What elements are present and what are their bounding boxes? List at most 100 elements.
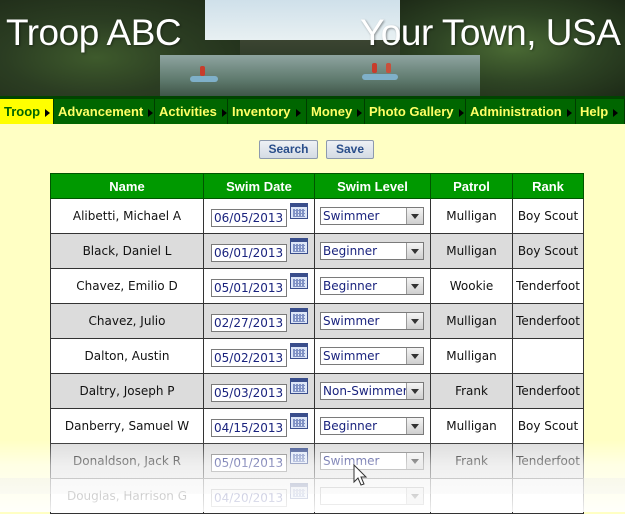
mouse-cursor-icon	[353, 464, 368, 486]
nav-item-troop[interactable]: Troop	[0, 99, 54, 124]
triangle-right-icon	[221, 108, 227, 117]
chevron-down-icon[interactable]	[406, 278, 423, 294]
swim-date-wrapper: 02/27/2013	[204, 304, 312, 338]
swim-date-wrapper: 04/15/2013	[204, 409, 312, 443]
main-nav: Troop Advancement Activities Inventory Money…	[0, 96, 625, 124]
triangle-right-icon	[458, 108, 464, 117]
calendar-icon[interactable]	[290, 448, 308, 464]
patrol-cell: Mulligan	[430, 198, 513, 234]
swim-level-select[interactable]: Swimmer	[320, 452, 424, 470]
column-header-swim-level[interactable]: Swim Level	[314, 173, 431, 199]
rank-cell	[512, 338, 584, 374]
nav-item-administration[interactable]: Administration	[466, 99, 576, 124]
column-header-swim-date[interactable]: Swim Date	[203, 173, 315, 199]
nav-item-help[interactable]: Help	[576, 99, 625, 124]
nav-item-inventory[interactable]: Inventory	[228, 99, 307, 124]
chevron-down-icon[interactable]	[406, 418, 423, 434]
nav-item-activities[interactable]: Activities	[155, 99, 228, 124]
calendar-icon[interactable]	[290, 203, 308, 219]
swim-date-input[interactable]: 04/15/2013	[211, 419, 287, 437]
calendar-icon[interactable]	[290, 308, 308, 324]
triangle-right-icon	[45, 108, 51, 117]
swim-level-cell: Swimmer	[314, 338, 431, 374]
swim-level-select[interactable]: Non-Swimmer	[320, 382, 424, 400]
chevron-down-icon[interactable]	[406, 243, 423, 259]
swim-date-cell: 04/15/2013	[203, 408, 315, 444]
swim-date-wrapper: 05/03/2013	[204, 374, 312, 408]
chevron-down-icon[interactable]	[406, 453, 423, 469]
nav-item-advancement[interactable]: Advancement	[54, 99, 155, 124]
table-row: Black, Daniel L 06/01/2013 Beginner Mulliga…	[50, 233, 584, 269]
swim-date-wrapper: 05/02/2013	[204, 339, 312, 373]
swim-date-input[interactable]: 05/02/2013	[211, 349, 287, 367]
swim-level-cell: Non-Swimmer	[314, 373, 431, 409]
calendar-icon[interactable]	[290, 238, 308, 254]
column-header-patrol[interactable]: Patrol	[430, 173, 513, 199]
swim-date-wrapper: 05/01/2013	[204, 444, 312, 478]
swim-level-select[interactable]: Swimmer	[320, 347, 424, 365]
swim-level-select[interactable]: Swimmer	[320, 207, 424, 225]
rank-cell: Tenderfoot	[512, 303, 584, 339]
calendar-icon[interactable]	[290, 343, 308, 359]
calendar-icon[interactable]	[290, 378, 308, 394]
column-header-rank[interactable]: Rank	[512, 173, 584, 199]
swim-table: Name Swim Date Swim Level Patrol Rank Alibet…	[50, 173, 584, 514]
nav-item-label: Advancement	[58, 104, 144, 119]
patrol-cell: Mulligan	[430, 303, 513, 339]
calendar-icon[interactable]	[290, 413, 308, 429]
swim-level-cell: Beginner	[314, 268, 431, 304]
canoe-right	[362, 74, 398, 80]
swim-level-value: Swimmer	[323, 314, 380, 328]
nav-item-money[interactable]: Money	[307, 99, 365, 124]
nav-item-label: Administration	[470, 104, 562, 119]
swim-level-cell: Swimmer	[314, 198, 431, 234]
swim-date-cell: 05/03/2013	[203, 373, 315, 409]
table-row: Chavez, Julio 02/27/2013 Swimmer Mulligan Te…	[50, 303, 584, 339]
swim-date-cell: 05/02/2013	[203, 338, 315, 374]
canoe-left	[190, 76, 218, 82]
patrol-cell: Frank	[430, 443, 513, 479]
swim-level-wrapper: Non-Swimmer	[315, 374, 428, 408]
swim-level-select[interactable]: Beginner	[320, 417, 424, 435]
swim-level-value: Beginner	[323, 244, 378, 258]
site-title: Troop ABC	[6, 12, 182, 53]
swim-level-value: Swimmer	[323, 209, 380, 223]
chevron-down-icon[interactable]	[406, 313, 423, 329]
header-banner: Troop ABC Your Town, USA	[0, 0, 625, 96]
nav-item-photo-gallery[interactable]: Photo Gallery	[365, 99, 466, 124]
swim-level-wrapper: Swimmer	[315, 304, 428, 338]
calendar-icon[interactable]	[290, 273, 308, 289]
chevron-down-icon[interactable]	[406, 383, 423, 399]
swim-level-value: Beginner	[323, 419, 378, 433]
swim-date-input[interactable]: 05/01/2013	[211, 454, 287, 472]
swim-date-cell: 06/01/2013	[203, 233, 315, 269]
swim-level-cell: Beginner	[314, 408, 431, 444]
swim-level-wrapper: Swimmer	[315, 199, 428, 233]
swim-level-select[interactable]: Beginner	[320, 242, 424, 260]
table-row: Dalton, Austin 05/02/2013 Swimmer Mulligan	[50, 338, 584, 374]
swim-date-input[interactable]: 05/03/2013	[211, 384, 287, 402]
scout-name: Donaldson, Jack R	[50, 443, 204, 479]
scout-name: Daltry, Joseph P	[50, 373, 204, 409]
swim-date-input[interactable]: 06/05/2013	[211, 209, 287, 227]
triangle-right-icon	[566, 108, 572, 117]
patrol-cell: Wookie	[430, 268, 513, 304]
column-header-name[interactable]: Name	[50, 173, 204, 199]
search-button[interactable]: Search	[259, 140, 318, 159]
swim-level-cell: Swimmer	[314, 303, 431, 339]
save-button[interactable]: Save	[326, 140, 374, 159]
patrol-cell: Mulligan	[430, 233, 513, 269]
rank-cell: Boy Scout	[512, 233, 584, 269]
patrol-cell: Mulligan	[430, 338, 513, 374]
triangle-right-icon	[357, 108, 363, 117]
chevron-down-icon[interactable]	[406, 348, 423, 364]
swim-level-select[interactable]: Swimmer	[320, 312, 424, 330]
swim-date-wrapper: 05/01/2013	[204, 269, 312, 303]
rank-cell: Tenderfoot	[512, 268, 584, 304]
chevron-down-icon[interactable]	[406, 208, 423, 224]
swim-date-input[interactable]: 05/01/2013	[211, 279, 287, 297]
swim-date-cell: 06/05/2013	[203, 198, 315, 234]
swim-level-select[interactable]: Beginner	[320, 277, 424, 295]
swim-date-input[interactable]: 02/27/2013	[211, 314, 287, 332]
swim-date-input[interactable]: 06/01/2013	[211, 244, 287, 262]
